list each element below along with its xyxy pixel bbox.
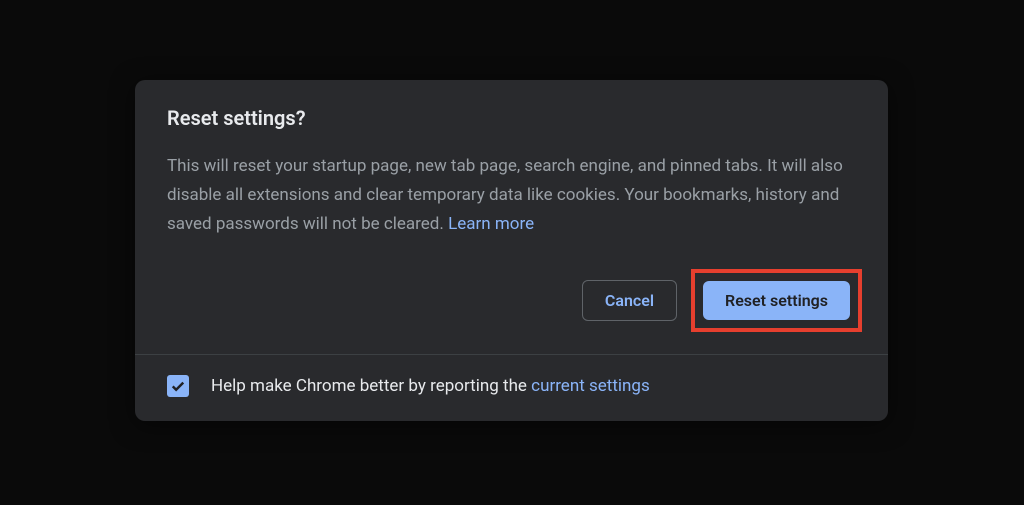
dialog-title: Reset settings? <box>167 106 856 130</box>
current-settings-link[interactable]: current settings <box>531 376 650 396</box>
dialog-footer: Help make Chrome better by reporting the… <box>135 355 888 421</box>
dialog-button-row: Cancel Reset settings <box>167 269 856 332</box>
reset-settings-dialog: Reset settings? This will reset your sta… <box>135 80 888 421</box>
report-settings-checkbox[interactable] <box>167 375 189 397</box>
cancel-button[interactable]: Cancel <box>582 280 677 321</box>
learn-more-link[interactable]: Learn more <box>448 214 534 234</box>
check-icon <box>169 377 187 395</box>
footer-text-before: Help make Chrome better by reporting the <box>211 376 531 396</box>
dialog-body: Reset settings? This will reset your sta… <box>135 80 888 354</box>
footer-text: Help make Chrome better by reporting the… <box>211 376 650 396</box>
dialog-description: This will reset your startup page, new t… <box>167 152 856 239</box>
reset-settings-button[interactable]: Reset settings <box>703 281 850 320</box>
annotation-highlight: Reset settings <box>691 269 862 332</box>
